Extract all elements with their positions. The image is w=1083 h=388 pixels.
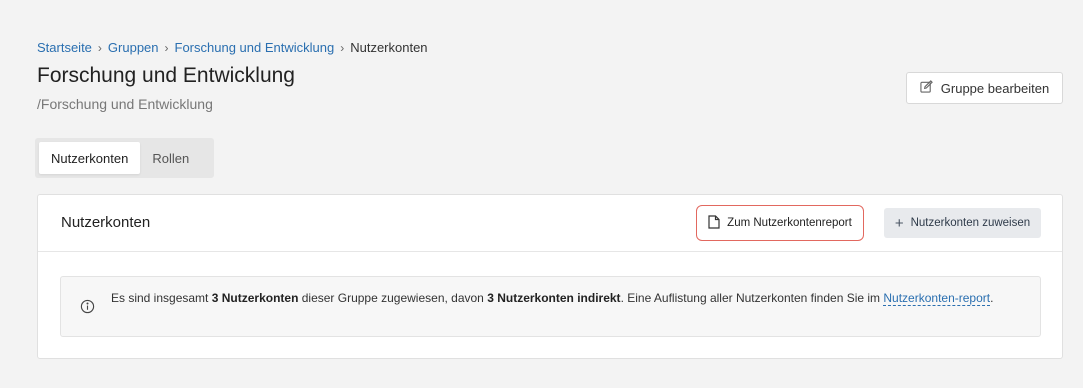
- page-title: Forschung und Entwicklung: [37, 64, 295, 87]
- info-text-part: .: [990, 291, 994, 305]
- breadcrumb-startseite[interactable]: Startseite: [37, 40, 92, 55]
- accounts-card: Nutzerkonten Zum Nutzerkontenreport + Nu…: [37, 194, 1063, 359]
- breadcrumb-separator: ›: [340, 41, 345, 55]
- group-path: /Forschung und Entwicklung: [37, 96, 213, 112]
- card-title: Nutzerkonten: [61, 214, 151, 231]
- info-text-part: dieser Gruppe zugewiesen, davon: [298, 291, 488, 305]
- breadcrumb-gruppen[interactable]: Gruppen: [108, 40, 159, 55]
- tab-rollen[interactable]: Rollen: [140, 142, 201, 174]
- info-message: Es sind insgesamt 3 Nutzerkonten dieser …: [111, 289, 1026, 308]
- edit-group-button[interactable]: Gruppe bearbeiten: [906, 72, 1063, 104]
- account-report-button[interactable]: Zum Nutzerkontenreport: [696, 205, 864, 241]
- breadcrumb: Startseite › Gruppen › Forschung und Entwick…: [37, 40, 428, 56]
- info-indirect-count: 3 Nutzerkonten indirekt: [487, 291, 621, 305]
- breadcrumb-separator: ›: [97, 41, 102, 55]
- edit-group-label: Gruppe bearbeiten: [940, 80, 1050, 96]
- breadcrumb-current: Nutzerkonten: [350, 40, 428, 55]
- info-total-count: 3 Nutzerkonten: [211, 291, 299, 305]
- info-text-part: . Eine Auflistung aller Nutzerkonten fin…: [620, 291, 884, 305]
- document-icon: [708, 214, 720, 232]
- page: Startseite › Gruppen › Forschung und Entwick…: [0, 0, 1083, 388]
- info-notice: Es sind insgesamt 3 Nutzerkonten dieser …: [60, 276, 1041, 337]
- edit-icon: [920, 80, 933, 96]
- breadcrumb-group[interactable]: Forschung und Entwicklung: [175, 40, 335, 55]
- breadcrumb-separator: ›: [164, 41, 169, 55]
- info-icon: [80, 299, 95, 314]
- account-report-label: Zum Nutzerkontenreport: [727, 217, 852, 229]
- tab-nutzerkonten[interactable]: Nutzerkonten: [39, 142, 141, 174]
- assign-accounts-button[interactable]: + Nutzerkonten zuweisen: [884, 208, 1041, 238]
- card-header: Nutzerkonten Zum Nutzerkontenreport + Nu…: [38, 195, 1062, 252]
- plus-icon: +: [894, 214, 904, 232]
- tab-bar: Nutzerkonten Rollen: [35, 138, 214, 178]
- account-report-link[interactable]: Nutzerkonten-report: [883, 291, 991, 306]
- info-text-part: Es sind insgesamt: [111, 291, 212, 305]
- assign-accounts-label: Nutzerkonten zuweisen: [910, 217, 1031, 229]
